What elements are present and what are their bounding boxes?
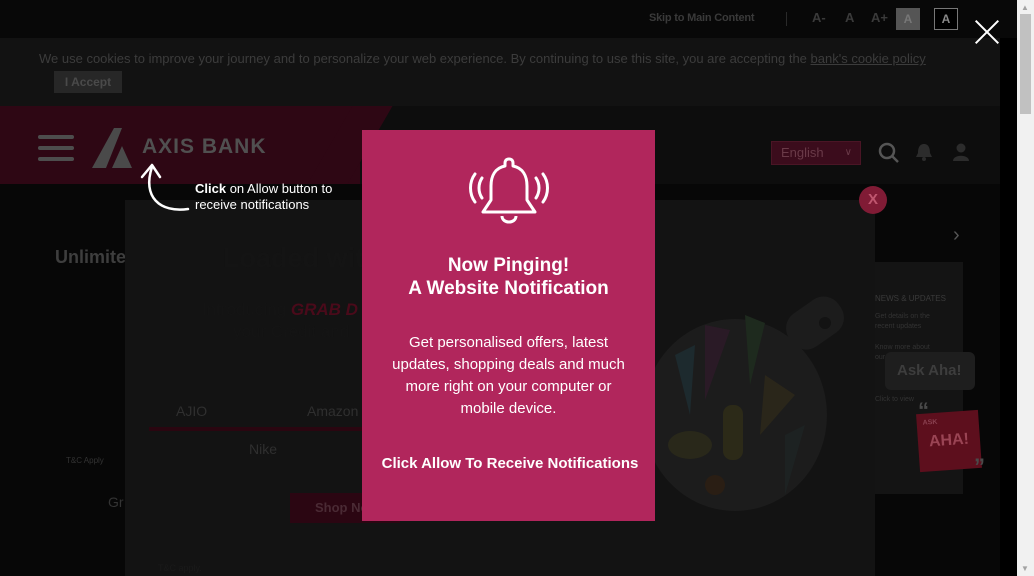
font-decrease-button[interactable]: A- (812, 10, 826, 25)
axis-bank-logo[interactable]: AXIS BANK (92, 128, 292, 168)
aha-badge-small: ASK (922, 418, 938, 427)
news-card-line: recent updates (875, 323, 922, 330)
aha-chatbot-badge[interactable]: ASK AHA! (916, 409, 982, 473)
hint-text: on Allow button to (226, 181, 333, 196)
hint-text-line2: receive notifications (195, 197, 310, 212)
cookie-policy-link[interactable]: bank's cookie policy (811, 51, 926, 66)
bell-icon[interactable] (915, 142, 933, 162)
promo-tnc: T&C apply. (158, 563, 202, 573)
page-root: Skip to Main Content A- A A+ A A We use … (0, 0, 1034, 576)
logo-text: AXIS BANK (142, 135, 267, 158)
curved-arrow-icon (140, 163, 190, 211)
font-normal-button[interactable]: A (845, 10, 854, 25)
notification-permission-modal: Now Pinging! A Website Notification Get … (362, 130, 655, 521)
notification-title-line1: Now Pinging! (447, 255, 570, 276)
allow-hint: Click on Allow button to receive notific… (195, 181, 332, 213)
notification-cta: Click Allow To Receive Notifications (381, 455, 639, 472)
cookie-message: We use cookies to improve your journey a… (39, 51, 926, 66)
search-icon[interactable] (878, 142, 900, 164)
skip-to-main-link[interactable]: Skip to Main Content (649, 12, 755, 24)
chevron-right-icon[interactable]: › (953, 224, 960, 247)
notification-body: Get personalised offers, latest updates,… (392, 334, 625, 417)
scrollbar-thumb[interactable] (1020, 14, 1031, 114)
quote-close-icon: ” (974, 454, 985, 479)
brand-label: AJIO (176, 403, 208, 419)
top-utility-bar: Skip to Main Content A- A A+ A A (0, 0, 1017, 38)
contrast-light-button[interactable]: A (896, 8, 920, 30)
scroll-down-icon[interactable]: ▼ (1021, 564, 1029, 573)
menu-icon[interactable] (38, 135, 74, 161)
promo-grab-deals: GRAB D (290, 300, 358, 319)
brand-label: Nike (249, 441, 278, 457)
cookie-text: We use cookies to improve your journey a… (39, 51, 811, 66)
language-value: English (781, 145, 824, 160)
page-heading: Unlimite (55, 247, 127, 267)
language-select[interactable]: English ∨ (771, 141, 861, 165)
aha-badge-label: AHA! (928, 430, 970, 451)
tnc-note: T&C Apply (66, 456, 104, 465)
brand-line (149, 427, 379, 431)
promo-intro-text: Introducing (202, 300, 291, 319)
cookie-banner: We use cookies to improve your journey a… (0, 38, 1000, 106)
contrast-dark-button[interactable]: A (934, 8, 958, 30)
scroll-up-icon[interactable]: ▲ (1021, 3, 1029, 12)
hint-bold: Click (195, 181, 227, 196)
divider (786, 12, 787, 26)
ask-aha-button[interactable]: Ask Aha! (885, 352, 975, 390)
user-icon[interactable] (952, 142, 970, 162)
accept-cookies-button[interactable]: I Accept (54, 71, 122, 93)
news-card-line: Click to view (875, 396, 914, 403)
brand-label: Amazon (307, 403, 359, 419)
news-card-title: NEWS & UPDATES (875, 294, 946, 303)
promo-title: Loaded wit (223, 243, 364, 273)
partial-text: Gr (108, 494, 124, 510)
promo-close-button[interactable]: X (859, 186, 887, 214)
news-card-line: Know more about (875, 344, 930, 351)
close-icon[interactable] (973, 18, 1001, 46)
promo-intro-line2: your Credit and (233, 322, 350, 341)
notification-title-line2: A Website Notification (408, 278, 609, 299)
bell-ringing-icon (469, 157, 549, 224)
ice-cream-board-image (643, 296, 844, 511)
font-increase-button[interactable]: A+ (871, 10, 888, 25)
promo-intro: Introducing GRAB D (202, 300, 358, 320)
chevron-down-icon: ∨ (844, 147, 852, 158)
news-card-line: Get details on the (875, 313, 930, 320)
